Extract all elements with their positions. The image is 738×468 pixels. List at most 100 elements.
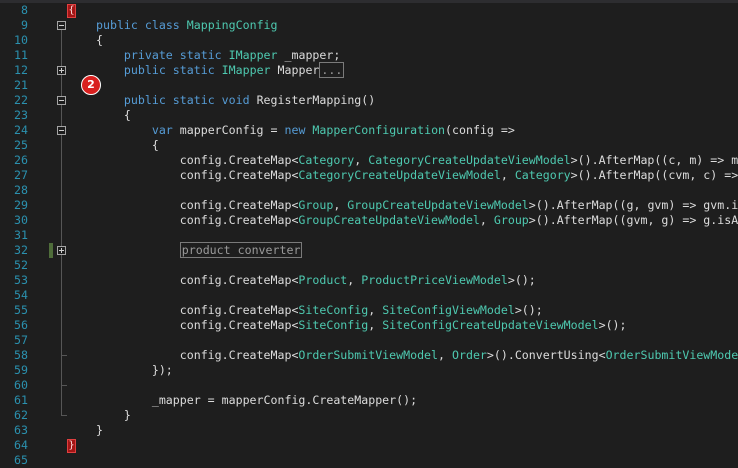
code-line[interactable]: 57: [0, 333, 738, 348]
code-line[interactable]: 60: [0, 378, 738, 393]
code-line[interactable]: 64}: [0, 438, 738, 453]
code-token: {: [96, 108, 131, 122]
code-line[interactable]: 59 });: [0, 363, 738, 378]
code-token: >().ConvertUsing<: [486, 348, 606, 362]
code-line[interactable]: 26 config.CreateMap<Category, CategoryCr…: [0, 153, 738, 168]
code-text: public static IMapper Mapper...: [96, 62, 345, 78]
line-number: 31: [14, 228, 28, 242]
code-token: SiteConfigCreateUpdateViewModel: [382, 318, 599, 332]
line-number: 30: [14, 213, 28, 227]
code-line[interactable]: 24 var mapperConfig = new MapperConfigur…: [0, 123, 738, 138]
code-token: ,: [479, 213, 494, 227]
code-token: ,: [347, 273, 362, 287]
code-line[interactable]: 54: [0, 288, 738, 303]
line-number: 61: [14, 393, 28, 407]
line-number: 25: [14, 138, 28, 152]
code-token: config.CreateMap<: [96, 153, 299, 167]
code-line[interactable]: 30 config.CreateMap<GroupCreateUpdateVie…: [0, 213, 738, 228]
code-line[interactable]: 11 private static IMapper _mapper;: [0, 48, 738, 63]
line-number: 21: [14, 78, 28, 92]
code-token: private: [123, 48, 173, 62]
code-line[interactable]: 27 config.CreateMap<CategoryCreateUpdate…: [0, 168, 738, 183]
code-line[interactable]: 8{: [0, 3, 738, 18]
code-line[interactable]: 55 config.CreateMap<SiteConfig, SiteConf…: [0, 303, 738, 318]
collapse-region-icon[interactable]: [57, 96, 66, 105]
line-number: 63: [14, 423, 28, 437]
code-line[interactable]: 56 config.CreateMap<SiteConfig, SiteConf…: [0, 318, 738, 333]
collapse-region-icon[interactable]: [57, 126, 66, 135]
code-token: SiteConfigViewModel: [382, 303, 515, 317]
code-line[interactable]: 25 {: [0, 138, 738, 153]
code-token: config.CreateMap<: [96, 348, 299, 362]
line-number: 59: [14, 363, 28, 377]
collapsed-region-box[interactable]: product converter: [179, 242, 303, 258]
code-token: class: [144, 18, 180, 32]
code-token: ,: [354, 153, 369, 167]
code-token: SiteConfig: [298, 303, 369, 317]
change-indicator: [49, 243, 53, 258]
code-line[interactable]: 52: [0, 258, 738, 273]
expand-region-icon[interactable]: [57, 246, 66, 255]
line-number: 8: [21, 3, 28, 17]
code-line[interactable]: 28: [0, 183, 738, 198]
line-number: 53: [14, 273, 28, 287]
line-number: 26: [14, 153, 28, 167]
line-number: 22: [14, 93, 28, 107]
line-number: 23: [14, 108, 28, 122]
code-line[interactable]: 29 config.CreateMap<Group, GroupCreateUp…: [0, 198, 738, 213]
code-line[interactable]: 12 public static IMapper Mapper...: [0, 62, 738, 78]
brace-highlight: {: [67, 4, 76, 18]
code-token: _mapper;: [277, 48, 341, 62]
code-token: >().AfterMap((g, gvm) => gvm.i: [528, 198, 738, 212]
code-text: config.CreateMap<Category, CategoryCreat…: [96, 153, 738, 168]
code-token: ,: [368, 303, 383, 317]
code-token: config.CreateMap<: [96, 198, 299, 212]
code-line[interactable]: 62 }: [0, 408, 738, 423]
code-token: Order: [452, 348, 487, 362]
line-number: 57: [14, 333, 28, 347]
code-line[interactable]: 53 config.CreateMap<Product, ProductPric…: [0, 273, 738, 288]
code-line[interactable]: 65: [0, 453, 738, 468]
code-token: config.CreateMap<: [96, 168, 299, 182]
code-text: public class MappingConfig: [96, 18, 278, 33]
collapse-region-icon[interactable]: [57, 21, 66, 30]
code-line[interactable]: 10 {: [0, 33, 738, 48]
code-line[interactable]: 31: [0, 228, 738, 243]
code-line[interactable]: 61 _mapper = mapperConfig.CreateMapper()…: [0, 393, 738, 408]
code-line[interactable]: 63}: [0, 423, 738, 438]
code-line[interactable]: 32 product converter: [0, 242, 738, 258]
code-line[interactable]: 22 public static void RegisterMapping(): [0, 93, 738, 108]
line-number: 64: [14, 438, 28, 452]
line-number: 28: [14, 183, 28, 197]
expand-region-icon[interactable]: [57, 66, 66, 75]
code-line[interactable]: 9 public class MappingConfig: [0, 18, 738, 33]
code-token: >();: [507, 273, 536, 287]
code-text: });: [96, 363, 173, 378]
code-token: config.CreateMap<: [96, 273, 299, 287]
code-token: {: [96, 138, 159, 152]
collapsed-region-box[interactable]: ...: [319, 62, 345, 78]
code-token: ,: [500, 168, 515, 182]
code-token: Category: [514, 168, 571, 182]
code-text: config.CreateMap<OrderSubmitViewModel, O…: [96, 348, 738, 363]
code-token: }: [96, 408, 131, 422]
line-number: 10: [14, 33, 28, 47]
code-line[interactable]: 23 {: [0, 108, 738, 123]
line-number: 58: [14, 348, 28, 362]
code-editor[interactable]: 8{9 public class MappingConfig 10{11 priva…: [0, 0, 738, 467]
line-number: 32: [14, 243, 28, 257]
code-token: >();: [514, 303, 543, 317]
code-token: Group: [493, 213, 529, 227]
code-token: static: [179, 48, 222, 62]
code-token: Product: [298, 273, 348, 287]
code-text: config.CreateMap<SiteConfig, SiteConfigV…: [96, 303, 543, 318]
code-line[interactable]: 58 config.CreateMap<OrderSubmitViewModel…: [0, 348, 738, 363]
code-token: IMapper: [228, 48, 278, 62]
code-line[interactable]: 21: [0, 78, 738, 93]
